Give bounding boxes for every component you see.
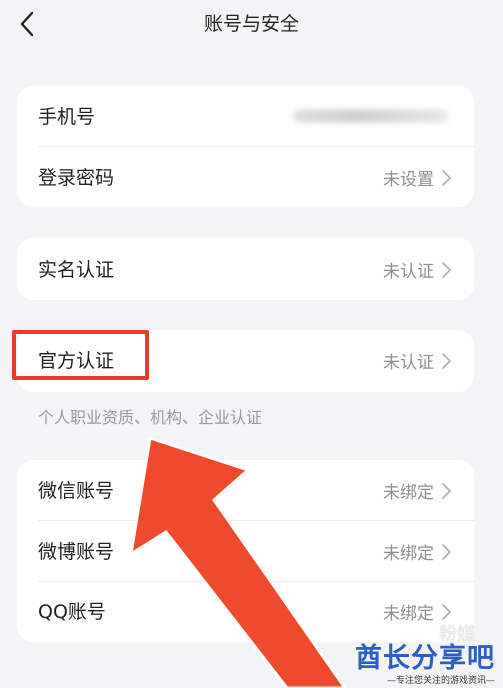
qq-status: 未绑定 bbox=[383, 604, 434, 624]
chevron-right-icon bbox=[442, 170, 451, 186]
chevron-right-icon bbox=[442, 262, 451, 278]
chevron-right-icon bbox=[442, 483, 451, 499]
official-hint-text: 个人职业资质、机构、企业认证 bbox=[38, 408, 263, 427]
realname-label: 实名认证 bbox=[38, 259, 115, 281]
chevron-right-icon bbox=[442, 353, 451, 369]
weibo-label: 微博账号 bbox=[38, 541, 115, 563]
row-wechat-account[interactable]: 微信账号 未绑定 bbox=[17, 460, 474, 520]
row-realname-verification[interactable]: 实名认证 未认证 bbox=[17, 239, 474, 299]
phone-label: 手机号 bbox=[38, 106, 96, 128]
page-title: 账号与安全 bbox=[203, 13, 299, 35]
weibo-status: 未绑定 bbox=[383, 544, 434, 564]
chevron-right-icon bbox=[442, 544, 451, 560]
header: 账号与安全 bbox=[0, 0, 503, 50]
login-password-label: 登录密码 bbox=[38, 167, 115, 189]
row-login-password[interactable]: 登录密码 未设置 bbox=[17, 147, 474, 207]
watermark-title: 酋长分享吧 bbox=[355, 643, 495, 674]
row-weibo-account[interactable]: 微博账号 未绑定 bbox=[17, 521, 474, 581]
phone-number-blurred bbox=[293, 109, 448, 123]
row-phone[interactable]: 手机号 bbox=[17, 86, 474, 146]
login-password-status: 未设置 bbox=[383, 170, 434, 190]
qq-label: QQ账号 bbox=[38, 601, 106, 623]
official-status: 未认证 bbox=[383, 353, 434, 373]
card-bindings: 微信账号 未绑定 微博账号 未绑定 QQ账号 未绑定 bbox=[17, 460, 474, 642]
highlight-box-annotation bbox=[12, 330, 149, 380]
row-qq-account[interactable]: QQ账号 未绑定 bbox=[17, 581, 474, 641]
realname-status: 未认证 bbox=[383, 262, 434, 282]
wechat-label: 微信账号 bbox=[38, 480, 115, 502]
wechat-status: 未绑定 bbox=[383, 483, 434, 503]
watermark-logo: 酋长分享吧 —专注您关注的游戏资讯— bbox=[355, 636, 495, 686]
card-realname: 实名认证 未认证 bbox=[17, 238, 474, 300]
chevron-right-icon bbox=[442, 604, 451, 620]
card-account: 手机号 登录密码 未设置 bbox=[17, 86, 474, 207]
